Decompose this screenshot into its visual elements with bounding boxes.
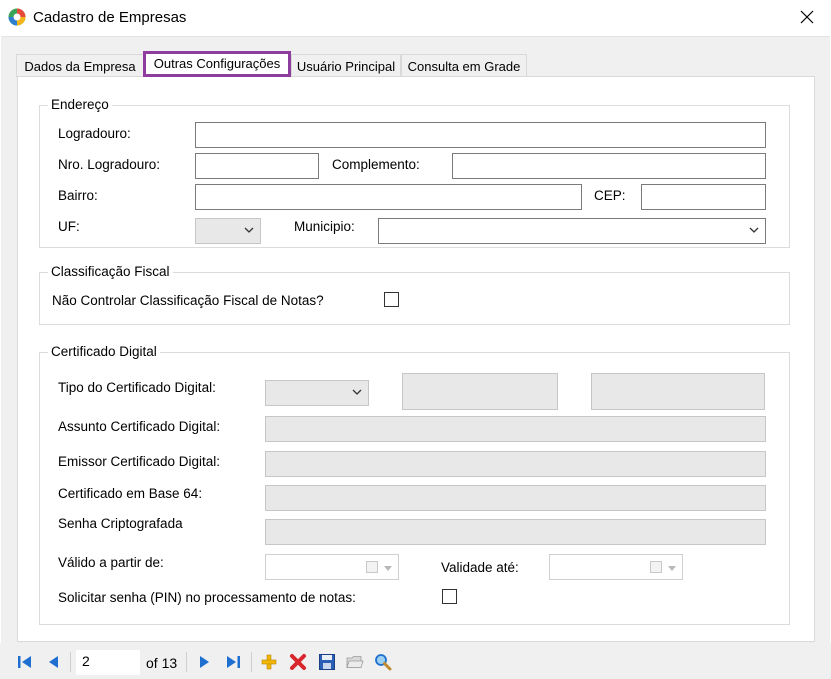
chevron-down-icon bbox=[749, 227, 759, 233]
logradouro-label: Logradouro: bbox=[58, 126, 131, 141]
first-record-icon[interactable] bbox=[16, 653, 34, 671]
validade-ate-label: Validade até: bbox=[441, 560, 519, 575]
title-bar: Cadastro de Empresas bbox=[0, 0, 831, 36]
separator bbox=[70, 652, 71, 672]
certificado-box-1 bbox=[402, 373, 558, 410]
emissor-certificado-input[interactable] bbox=[265, 451, 766, 477]
tab-outras-configuracoes[interactable]: Outras Configurações bbox=[143, 51, 291, 77]
tipo-certificado-label: Tipo do Certificado Digital: bbox=[58, 380, 216, 395]
calendar-icon bbox=[366, 561, 378, 573]
municipio-select[interactable] bbox=[378, 218, 766, 244]
certificado-base64-input[interactable] bbox=[265, 485, 766, 511]
uf-label: UF: bbox=[58, 219, 80, 234]
nao-controlar-classificacao-label: Não Controlar Classificação Fiscal de No… bbox=[52, 293, 324, 308]
certificado-box-2 bbox=[591, 373, 765, 410]
assunto-certificado-label: Assunto Certificado Digital: bbox=[58, 419, 221, 434]
dropdown-arrow-icon bbox=[668, 566, 676, 571]
certificado-base64-label: Certificado em Base 64: bbox=[58, 486, 203, 501]
client-area: Dados da Empresa Outras Configurações Us… bbox=[1, 36, 830, 643]
close-icon[interactable] bbox=[797, 7, 817, 27]
valido-a-partir-label: Válido a partir de: bbox=[58, 555, 164, 570]
tab-usuario-principal[interactable]: Usuário Principal bbox=[291, 54, 401, 77]
validade-ate-datepicker[interactable] bbox=[549, 554, 683, 580]
open-folder-icon[interactable] bbox=[346, 653, 364, 671]
valido-a-partir-datepicker[interactable] bbox=[265, 554, 399, 580]
solicitar-pin-checkbox[interactable] bbox=[442, 589, 457, 604]
record-position-input[interactable]: 2 bbox=[76, 650, 140, 675]
calendar-icon bbox=[650, 561, 662, 573]
endereco-legend: Endereço bbox=[48, 97, 112, 112]
tipo-certificado-select[interactable] bbox=[265, 380, 369, 406]
certificado-digital-legend: Certificado Digital bbox=[48, 344, 160, 359]
nro-logradouro-input[interactable] bbox=[195, 153, 319, 179]
emissor-certificado-label: Emissor Certificado Digital: bbox=[58, 454, 221, 469]
complemento-input[interactable] bbox=[452, 153, 766, 179]
uf-select[interactable] bbox=[195, 218, 261, 244]
next-record-icon[interactable] bbox=[195, 653, 213, 671]
complemento-label: Complemento: bbox=[332, 157, 420, 172]
separator bbox=[251, 652, 252, 672]
save-icon[interactable] bbox=[318, 653, 336, 671]
window-title: Cadastro de Empresas bbox=[33, 9, 187, 26]
cep-label: CEP: bbox=[594, 188, 626, 203]
classificacao-fiscal-legend: Classificação Fiscal bbox=[48, 264, 173, 279]
municipio-label: Municipio: bbox=[294, 219, 355, 234]
senha-criptografada-input[interactable] bbox=[265, 519, 766, 545]
app-logo-icon bbox=[8, 8, 26, 26]
tab-page-outras-configuracoes: Endereço Logradouro: Nro. Logradouro: Co… bbox=[17, 76, 815, 642]
delete-icon[interactable] bbox=[289, 653, 307, 671]
separator bbox=[186, 652, 187, 672]
bairro-input[interactable] bbox=[195, 184, 582, 210]
search-icon[interactable] bbox=[374, 653, 392, 671]
record-navigator: 2 of 13 bbox=[0, 643, 831, 679]
chevron-down-icon bbox=[352, 389, 362, 395]
chevron-down-icon bbox=[244, 227, 254, 233]
record-count-label: of 13 bbox=[146, 655, 178, 671]
nao-controlar-classificacao-checkbox[interactable] bbox=[384, 292, 399, 307]
tab-consulta-em-grade[interactable]: Consulta em Grade bbox=[401, 54, 527, 77]
assunto-certificado-input[interactable] bbox=[265, 416, 766, 442]
endereco-group: Endereço Logradouro: Nro. Logradouro: Co… bbox=[39, 97, 790, 248]
senha-criptografada-label: Senha Criptografada bbox=[58, 516, 183, 531]
prev-record-icon[interactable] bbox=[45, 653, 63, 671]
tab-dados-da-empresa[interactable]: Dados da Empresa bbox=[16, 54, 144, 77]
cep-input[interactable] bbox=[641, 184, 766, 210]
last-record-icon[interactable] bbox=[224, 653, 242, 671]
classificacao-fiscal-group: Classificação Fiscal Não Controlar Class… bbox=[39, 264, 790, 325]
nro-logradouro-label: Nro. Logradouro: bbox=[58, 157, 161, 172]
add-icon[interactable] bbox=[260, 653, 278, 671]
certificado-digital-group: Certificado Digital Tipo do Certificado … bbox=[39, 344, 790, 625]
logradouro-input[interactable] bbox=[195, 122, 766, 148]
solicitar-pin-label: Solicitar senha (PIN) no processamento d… bbox=[58, 590, 356, 605]
dropdown-arrow-icon bbox=[384, 566, 392, 571]
bairro-label: Bairro: bbox=[58, 188, 98, 203]
